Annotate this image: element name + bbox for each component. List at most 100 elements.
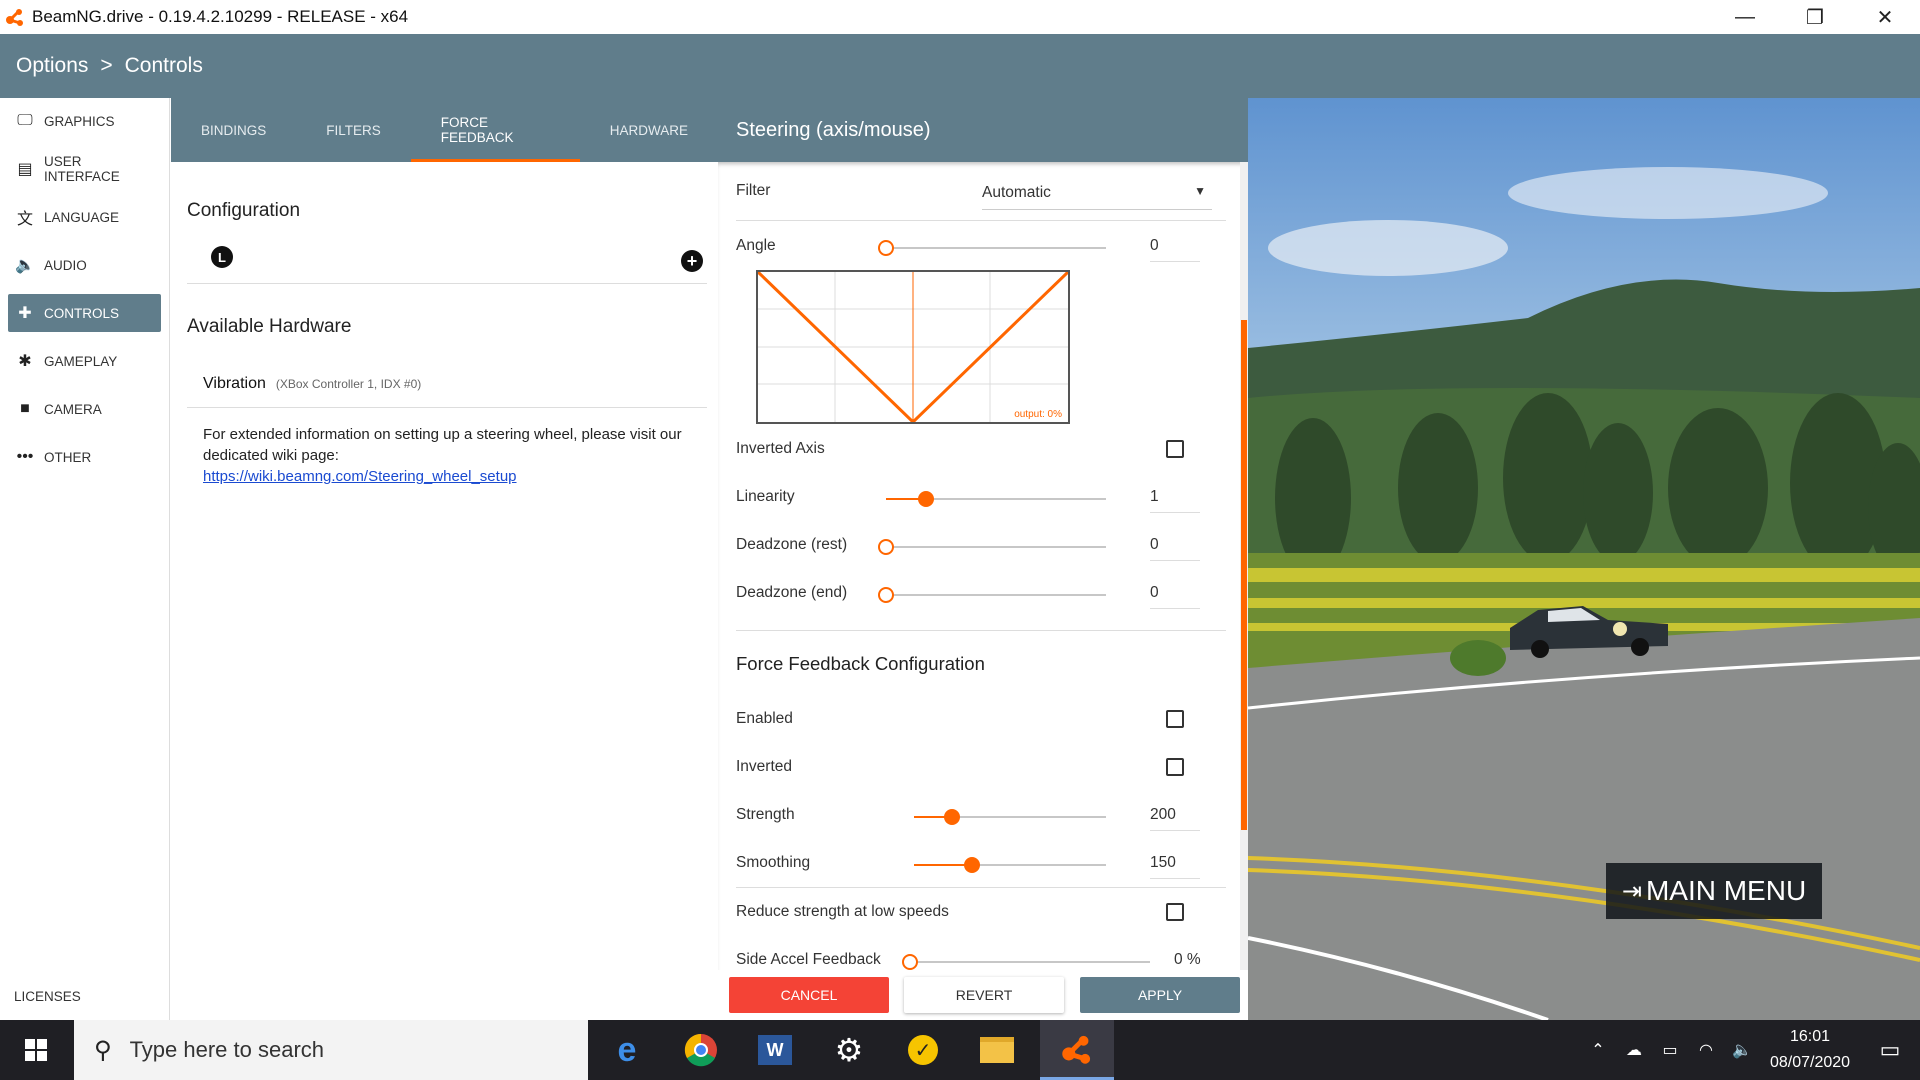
inverted-axis-checkbox[interactable]: [1166, 440, 1184, 458]
sidebar-item-label: GAMEPLAY: [44, 353, 118, 369]
add-config-icon[interactable]: +: [681, 250, 703, 272]
controller-config-icon[interactable]: L: [211, 246, 233, 268]
angle-value[interactable]: 0: [1150, 237, 1200, 262]
side-accel-value[interactable]: 0 %: [1174, 951, 1201, 969]
taskbar-search[interactable]: ⚲ Type here to search: [74, 1020, 588, 1080]
edge-icon[interactable]: e: [590, 1020, 664, 1080]
beamng-logo-icon: [4, 6, 26, 28]
slider-knob[interactable]: [944, 809, 961, 825]
deadzone-end-label: Deadzone (end): [736, 584, 848, 601]
hardware-row[interactable]: Vibration (XBox Controller 1, IDX #0): [187, 360, 707, 408]
inverted-checkbox[interactable]: [1166, 758, 1184, 776]
breadcrumb-options[interactable]: Options: [16, 54, 88, 78]
force-feedback-panel: Configuration L + Available Hardware Vib…: [171, 162, 718, 1020]
sidebar-item-controls[interactable]: ✚ CONTROLS: [8, 294, 161, 332]
wifi-icon[interactable]: ◠: [1688, 1020, 1724, 1080]
sidebar-item-user-interface[interactable]: ▤ USER INTERFACE: [8, 150, 161, 188]
configuration-heading: Configuration: [187, 200, 301, 221]
revert-button[interactable]: REVERT: [904, 977, 1064, 1013]
scrollbar-thumb[interactable]: [1241, 320, 1247, 830]
options-sidebar: 🖵 GRAPHICS ▤ USER INTERFACE 文 LANGUAGE 🔈…: [0, 98, 170, 1020]
chrome-icon[interactable]: [664, 1020, 738, 1080]
sidebar-item-camera[interactable]: ■ CAMERA: [8, 390, 161, 428]
more-icon: •••: [16, 448, 34, 465]
deadzone-rest-value[interactable]: 0: [1150, 536, 1200, 561]
tab-hardware[interactable]: HARDWARE: [580, 98, 718, 162]
filter-select[interactable]: Automatic ▼: [982, 184, 1212, 210]
sidebar-item-audio[interactable]: 🔈 AUDIO: [8, 246, 161, 284]
file-explorer-icon[interactable]: [960, 1020, 1034, 1080]
slider-knob[interactable]: [917, 491, 934, 507]
side-accel-slider[interactable]: [902, 954, 1150, 970]
sidebar-item-gameplay[interactable]: ✱ GAMEPLAY: [8, 342, 161, 380]
enabled-checkbox[interactable]: [1166, 710, 1184, 728]
slider-knob[interactable]: [878, 240, 894, 256]
restore-button[interactable]: ❐: [1780, 0, 1850, 34]
filter-label: Filter: [736, 182, 771, 199]
tab-force-feedback[interactable]: FORCE FEEDBACK: [410, 98, 580, 162]
norton-icon[interactable]: ✓: [886, 1020, 960, 1080]
steering-panel: Filter Automatic ▼ Angle 0 output: 0% In…: [718, 162, 1248, 970]
clock-date: 08/07/2020: [1769, 1054, 1851, 1071]
angle-label: Angle: [736, 237, 776, 254]
sidebar-item-language[interactable]: 文 LANGUAGE: [8, 198, 161, 236]
deadzone-rest-slider[interactable]: [878, 539, 1106, 555]
taskbar-clock[interactable]: 16:01 08/07/2020: [1760, 1024, 1860, 1076]
slider-knob[interactable]: [878, 587, 894, 603]
deadzone-end-value[interactable]: 0: [1150, 584, 1200, 609]
onedrive-cloud-icon[interactable]: ☁: [1616, 1020, 1652, 1080]
tab-bindings[interactable]: BINDINGS: [171, 98, 296, 162]
reduce-strength-checkbox[interactable]: [1166, 903, 1184, 921]
sidebar-item-label: LANGUAGE: [44, 209, 120, 225]
breadcrumb-controls: Controls: [124, 54, 203, 77]
strength-label: Strength: [736, 806, 795, 823]
smoothing-slider[interactable]: [914, 857, 1106, 873]
steering-scrollbar[interactable]: [1240, 162, 1248, 970]
slider-knob[interactable]: [878, 539, 894, 555]
filter-value: Automatic: [982, 184, 1051, 201]
hardware-name: Vibration: [203, 374, 266, 392]
linearity-value[interactable]: 1: [1150, 488, 1200, 513]
window-icon: ▤: [17, 161, 33, 178]
dropdown-arrow-icon: ▼: [1194, 184, 1206, 198]
volume-icon[interactable]: 🔈: [1724, 1020, 1760, 1080]
sidebar-item-label: CAMERA: [44, 401, 102, 417]
close-button[interactable]: ✕: [1850, 0, 1920, 34]
beamng-taskbar-icon[interactable]: [1040, 1020, 1114, 1080]
licenses-link[interactable]: LICENSES: [14, 989, 81, 1004]
battery-icon[interactable]: ▭: [1652, 1020, 1688, 1080]
reduce-strength-label: Reduce strength at low speeds: [736, 903, 949, 920]
exit-icon: ⇥: [1621, 877, 1642, 905]
smoothing-value[interactable]: 150: [1150, 854, 1200, 879]
sidebar-item-label: OTHER: [44, 449, 92, 465]
slider-knob[interactable]: [902, 954, 918, 970]
linearity-slider[interactable]: [886, 491, 1106, 507]
sidebar-item-other[interactable]: ••• OTHER: [8, 438, 161, 476]
main-menu-button[interactable]: ⇥ MAIN MENU: [1606, 863, 1822, 919]
minimize-button[interactable]: —: [1710, 0, 1780, 34]
steering-title: Steering (axis/mouse): [718, 98, 1248, 162]
settings-icon[interactable]: ⚙: [812, 1020, 886, 1080]
notifications-icon[interactable]: ▭: [1860, 1020, 1920, 1080]
wiki-link[interactable]: https://wiki.beamng.com/Steering_wheel_s…: [203, 466, 703, 487]
deadzone-end-slider[interactable]: [878, 587, 1106, 603]
sidebar-item-label: GRAPHICS: [44, 113, 115, 129]
translate-icon: 文: [16, 211, 33, 228]
steering-response-graph: output: 0%: [756, 270, 1070, 425]
chevron-up-icon[interactable]: ⌃: [1580, 1020, 1616, 1080]
sidebar-item-graphics[interactable]: 🖵 GRAPHICS: [8, 102, 161, 140]
gamepad-icon: ✚: [18, 305, 32, 322]
info-text: For extended information on setting up a…: [203, 426, 682, 464]
strength-value[interactable]: 200: [1150, 806, 1200, 831]
slider-knob[interactable]: [963, 857, 980, 873]
tab-filters[interactable]: FILTERS: [296, 98, 411, 162]
word-icon[interactable]: W: [738, 1020, 812, 1080]
speaker-icon: 🔈: [15, 257, 35, 274]
angle-slider[interactable]: [878, 240, 1106, 256]
start-button[interactable]: [0, 1020, 72, 1080]
system-tray: ⌃ ☁ ▭ ◠ 🔈 16:01 08/07/2020 ▭: [1580, 1020, 1920, 1080]
apply-button[interactable]: APPLY: [1080, 977, 1240, 1013]
sidebar-item-label: AUDIO: [44, 257, 87, 273]
cancel-button[interactable]: CANCEL: [729, 977, 889, 1013]
strength-slider[interactable]: [914, 809, 1106, 825]
